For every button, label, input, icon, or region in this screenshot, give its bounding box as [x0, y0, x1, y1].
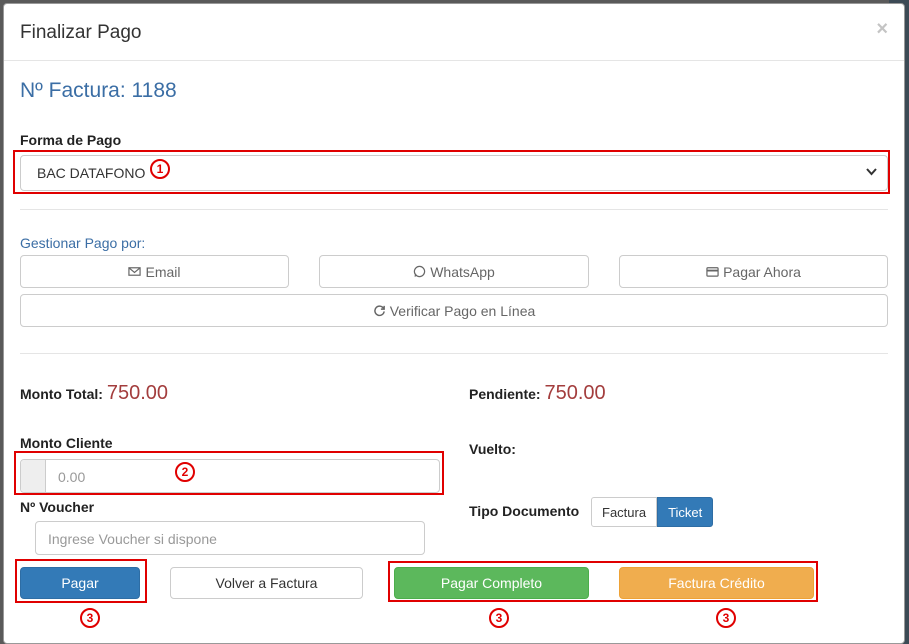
- pay-now-button[interactable]: Pagar Ahora: [619, 255, 888, 288]
- annotation-marker-1: 1: [150, 159, 170, 179]
- email-button[interactable]: Email: [20, 255, 289, 288]
- annotation-marker-2: 2: [175, 462, 195, 482]
- client-amount-label: Monto Cliente: [20, 435, 113, 451]
- pay-now-button-label: Pagar Ahora: [723, 263, 801, 280]
- email-button-label: Email: [145, 263, 181, 280]
- whatsapp-button-label: WhatsApp: [430, 263, 495, 280]
- invoice-number: Nº Factura: 1188: [20, 79, 177, 102]
- divider: [20, 209, 888, 210]
- credit-card-icon: [706, 267, 719, 277]
- envelope-icon: [128, 267, 142, 276]
- pending-amount: Pendiente: 750.00: [469, 382, 606, 405]
- whatsapp-button[interactable]: WhatsApp: [319, 255, 589, 288]
- divider: [20, 353, 888, 354]
- annotation-box-pay: [15, 559, 147, 603]
- whatsapp-icon: [413, 265, 426, 278]
- document-type-label: Tipo Documento: [469, 503, 580, 519]
- total-amount-label: Monto Total:: [20, 386, 103, 402]
- annotation-box-payment-method: [13, 150, 890, 194]
- annotation-marker-3: 3: [716, 608, 736, 628]
- back-to-invoice-button[interactable]: Volver a Factura: [170, 567, 363, 599]
- annotation-marker-3: 3: [489, 608, 509, 628]
- finalize-payment-modal: Finalizar Pago × Nº Factura: 1188 Forma …: [3, 3, 905, 644]
- document-type-factura[interactable]: Factura: [591, 497, 658, 527]
- manage-payment-label: Gestionar Pago por:: [20, 235, 146, 251]
- verify-online-payment-label: Verificar Pago en Línea: [389, 302, 536, 319]
- close-icon[interactable]: ×: [876, 18, 888, 41]
- document-type-toggle: Factura Ticket: [591, 497, 714, 527]
- pending-amount-label: Pendiente:: [469, 386, 541, 402]
- total-amount: Monto Total: 750.00: [20, 382, 168, 405]
- annotation-marker-3: 3: [80, 608, 100, 628]
- modal-header: Finalizar Pago ×: [4, 4, 904, 61]
- voucher-label: Nº Voucher: [20, 499, 95, 515]
- total-amount-value: 750.00: [106, 382, 168, 404]
- refresh-icon: [373, 305, 385, 317]
- voucher-input[interactable]: Ingrese Voucher si dispone: [35, 521, 425, 555]
- change-label: Vuelto:: [469, 441, 516, 457]
- verify-online-payment-button[interactable]: Verificar Pago en Línea: [20, 294, 888, 327]
- payment-method-label: Forma de Pago: [20, 132, 122, 148]
- document-type-ticket[interactable]: Ticket: [657, 497, 714, 527]
- annotation-box-full-credit: [388, 561, 818, 602]
- modal-title: Finalizar Pago: [20, 22, 142, 43]
- annotation-box-client-amount: [14, 451, 444, 495]
- pending-amount-value: 750.00: [544, 382, 606, 404]
